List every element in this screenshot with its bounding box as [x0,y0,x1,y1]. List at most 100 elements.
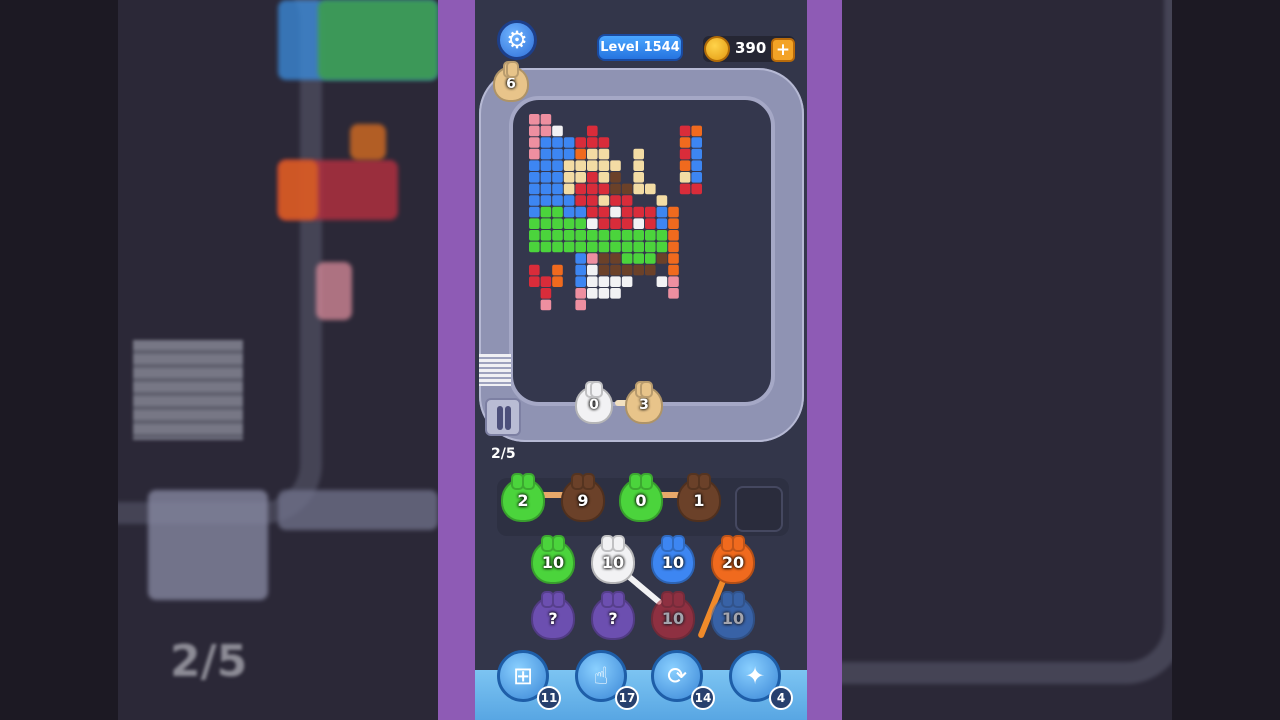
holding-creature-brown[interactable]: 9 [561,473,605,522]
settings-button[interactable]: ⚙ [497,20,537,60]
pixel-block-green [610,230,621,241]
pixel-block-pink [575,288,586,299]
pixel-block-green [598,241,610,253]
pixel-block-brown [610,264,621,276]
grid-creature-orange[interactable]: 20 [711,535,755,584]
level-indicator: Level 1544 [597,34,683,61]
pixel-block-green [645,253,656,264]
grid-creature-mystery[interactable]: ? [531,591,575,640]
holding-creature-green[interactable]: 0 [619,473,663,522]
conveyor-feeder [479,354,511,386]
grid-creature-blue[interactable]: 10 [651,535,695,584]
pixel-block-red [587,195,598,206]
pixel-block-blue [575,264,586,276]
pixel-block-orange [679,160,691,171]
pixel-block-green [563,241,575,253]
pixel-block-red [691,183,702,195]
shuffle-count: 14 [691,686,715,710]
pixel-block-blue [529,160,540,171]
pixel-block-red [587,137,598,148]
pixel-block-red [598,183,610,195]
pixel-block-green [633,253,644,264]
pixel-block-red [610,195,621,206]
pixel-block-brown [621,264,633,276]
holding-creature-green[interactable]: 2 [501,473,545,522]
pixel-block-green [610,241,621,253]
pixel-block-green [529,230,540,241]
grid-creature-green[interactable]: 10 [531,535,575,584]
phone-frame: ⚙ Level 1544 390 + 6 0 3 2/5 2 9 0 1 10 … [438,0,842,720]
pixel-block-blue [552,183,563,195]
slot-progress: 2/5 [491,446,516,462]
pixel-block-green [529,241,540,253]
pixel-block-brown [633,264,644,276]
pixel-block-cream [598,172,610,183]
pixel-block-green [633,241,644,253]
pixel-block-green [587,230,598,241]
blurred-right-backdrop [842,0,1172,720]
pixel-block-white [633,218,644,229]
blurred-conveyor [842,0,1172,684]
pixel-block-brown [598,264,610,276]
pixel-block-green [656,241,668,253]
pixel-block-orange [668,230,679,241]
pixel-block-white [587,218,598,229]
pixel-block-white [587,276,598,287]
pixel-block-red [587,206,598,218]
pixel-block-orange [668,264,679,276]
pixel-block-white [610,206,621,218]
pixel-block-green [563,218,575,229]
grid-creature-mystery[interactable]: ? [591,591,635,640]
pixel-block-cream [679,172,691,183]
pixel-block-cream [598,160,610,171]
grid-creature-blue: 10 [711,591,755,640]
pixel-block-brown [656,253,668,264]
pixel-art [529,114,702,311]
add-slot-icon: ⊞ [512,662,534,690]
pixel-block-cream [633,183,644,195]
pixel-block-blue [552,195,563,206]
pixel-block-green [575,230,586,241]
pixel-block-pink [529,137,540,148]
shuffle-icon: ⟳ [666,662,688,690]
grid-creature-white[interactable]: 10 [591,535,635,584]
pixel-block-red [540,276,552,287]
pixel-block-pink [540,114,552,125]
coin-count: 390 [735,39,767,57]
pixel-block-green [540,241,552,253]
pixel-block-blue [656,206,668,218]
holding-creature-brown[interactable]: 1 [677,473,721,522]
pixel-block-blue [656,218,668,229]
pixel-block-blue [563,137,575,148]
pixel-block-blue [540,183,552,195]
pixel-block-orange [679,137,691,148]
pixel-block-green [587,241,598,253]
pixel-block-blue [552,160,563,171]
pixel-block-red [540,288,552,299]
pixel-block-orange [552,264,563,276]
conveyor-creature-tan[interactable]: 3 [625,381,663,424]
empty-slot[interactable] [735,486,783,532]
pixel-block-cream [563,160,575,171]
pixel-block-brown [610,253,621,264]
pixel-block-red [621,218,633,229]
pixel-block-white [598,276,610,287]
blurred-gate [148,490,268,600]
pixel-block-blue [691,148,702,160]
add-coins-button[interactable]: + [771,38,795,62]
pixel-block-orange [668,206,679,218]
pixel-block-white [610,276,621,287]
queue-creature[interactable]: 6 [493,61,529,102]
pixel-block-blue [540,195,552,206]
pixel-block-red [598,218,610,229]
blurred-feeder [133,340,243,440]
pixel-block-orange [668,218,679,229]
pixel-block-brown [610,183,621,195]
conveyor-gate [485,398,521,436]
conveyor-creature-white[interactable]: 0 [575,381,613,424]
pixel-block-green [598,230,610,241]
pixel-block-green [621,241,633,253]
pixel-block-red [575,195,586,206]
pixel-block-cream [587,148,598,160]
pixel-block-red [587,125,598,137]
